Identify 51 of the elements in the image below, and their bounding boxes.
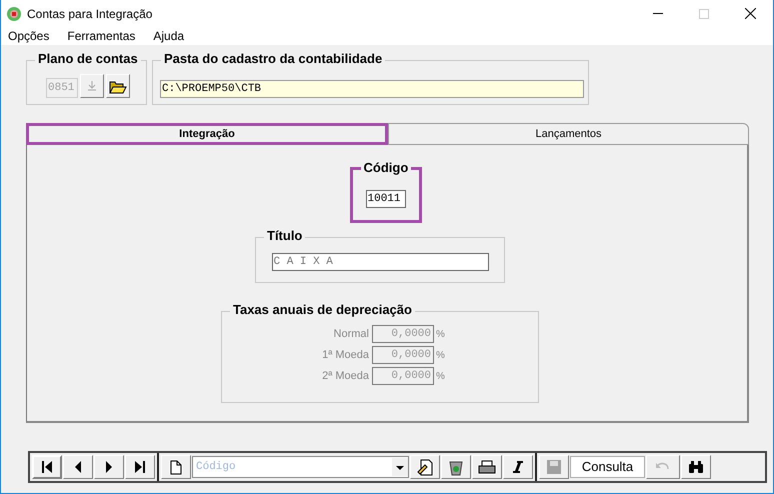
download-icon: [87, 81, 97, 91]
print-button[interactable]: [472, 455, 502, 479]
search-field[interactable]: Código: [193, 457, 392, 477]
undo-button[interactable]: [646, 455, 680, 479]
window-title: Contas para Integração: [27, 6, 152, 22]
percent-unit: %: [436, 370, 445, 384]
edit-document-button[interactable]: [410, 455, 440, 479]
group-label: Taxas anuais de depreciação: [230, 302, 415, 318]
recycle-bin-button[interactable]: [441, 455, 471, 479]
close-icon: [744, 8, 756, 19]
tab[interactable]: Integração: [26, 123, 388, 145]
printer-icon: [478, 460, 496, 474]
next-icon: [106, 461, 112, 473]
folder-icon: [109, 78, 127, 94]
italic-icon: [513, 461, 523, 473]
binoculars-icon: [688, 460, 704, 474]
percent-unit: %: [436, 348, 445, 362]
menu-item[interactable]: Ferramentas: [63, 27, 140, 45]
app-icon: [6, 6, 22, 22]
rate-label: 2ª Moeda: [321, 368, 370, 384]
first-icon: [42, 461, 52, 473]
italic-button[interactable]: [503, 455, 533, 479]
next-button[interactable]: [94, 455, 124, 479]
first-record-button[interactable]: [32, 455, 62, 479]
new-record-button[interactable]: [161, 455, 191, 479]
last-icon: [135, 461, 145, 473]
mode-indicator: Consulta: [570, 456, 645, 478]
minimize-icon: [653, 13, 663, 14]
previous-button[interactable]: [63, 455, 93, 479]
download-button[interactable]: [80, 74, 104, 98]
open-folder-button[interactable]: [106, 74, 130, 98]
last-record-button[interactable]: [125, 455, 155, 479]
menu-item[interactable]: Opções: [4, 27, 54, 45]
percent-unit: %: [436, 328, 445, 342]
codigo-field[interactable]: 10011: [366, 190, 406, 208]
previous-icon: [75, 461, 81, 473]
recycle-bin-icon: [448, 458, 464, 476]
rate-label: 1ª Moeda: [321, 348, 370, 363]
pasta-field[interactable]: C:\PROEMP50\CTB: [160, 80, 584, 98]
undo-icon: [656, 462, 670, 472]
find-button[interactable]: [681, 455, 711, 479]
titulo-field[interactable]: C A I X A: [272, 253, 488, 271]
document-pencil-icon: [416, 458, 434, 476]
rate-label: Normal: [332, 326, 370, 342]
search-combobox[interactable]: Código: [192, 456, 409, 478]
maximize-icon: [699, 8, 709, 18]
new-document-icon: [169, 459, 183, 475]
save-button[interactable]: [539, 455, 569, 479]
tab[interactable]: Lançamentos: [388, 123, 749, 145]
group-label: Código: [360, 160, 412, 176]
menu-item[interactable]: Ajuda: [149, 27, 188, 45]
